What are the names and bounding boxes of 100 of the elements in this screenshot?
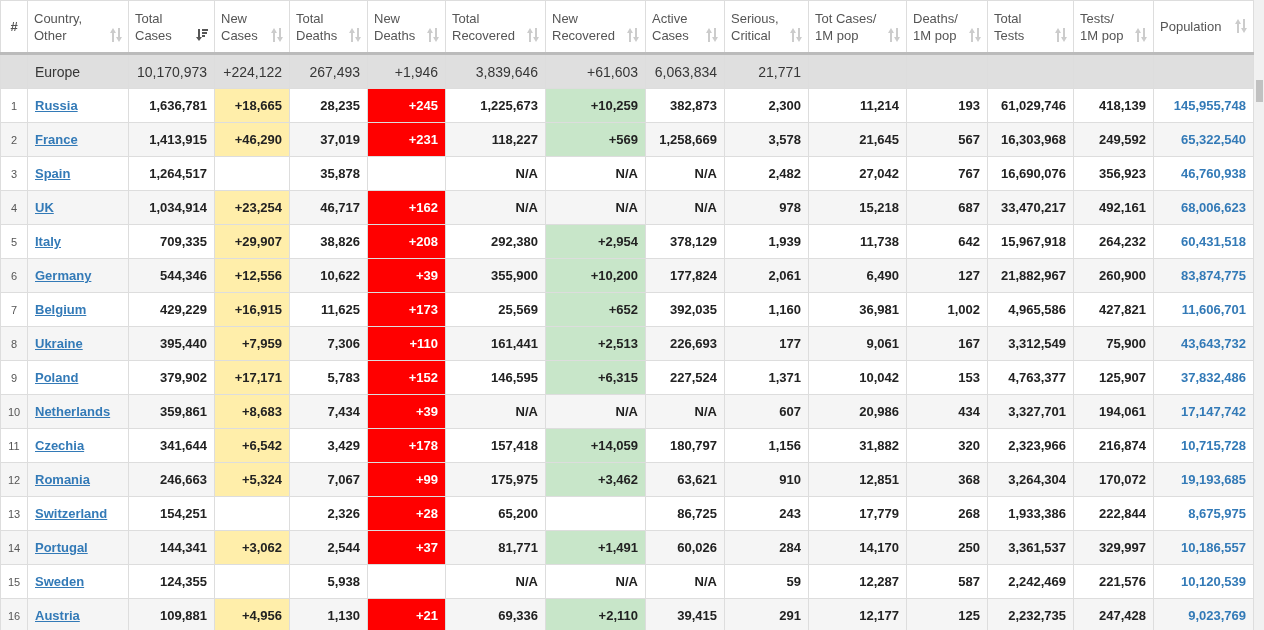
table-cell: +1,946 <box>367 53 446 89</box>
table-cell: 12,287 <box>808 564 907 599</box>
table-cell: 35,878 <box>289 156 368 191</box>
table-cell: +208 <box>367 224 446 259</box>
table-cell: 291 <box>724 598 809 630</box>
table-cell: N/A <box>545 190 646 225</box>
table-cell: 177,824 <box>645 258 725 293</box>
table-cell: 12,177 <box>808 598 907 630</box>
table-cell: +3,062 <box>214 530 290 565</box>
table-cell: 11,625 <box>289 292 368 327</box>
table-cell: 250 <box>906 530 988 565</box>
table-cell: 60,026 <box>645 530 725 565</box>
table-cell: 8,675,975 <box>1153 496 1254 531</box>
row-number: 5 <box>0 224 28 259</box>
table-cell: 249,592 <box>1073 122 1154 157</box>
table-cell: 292,380 <box>445 224 546 259</box>
table-cell: +245 <box>367 88 446 123</box>
table-cell: 21,645 <box>808 122 907 157</box>
table-cell: 20,986 <box>808 394 907 429</box>
country-link[interactable]: France <box>35 132 78 147</box>
table-cell: 1,258,669 <box>645 122 725 157</box>
table-cell: 267,493 <box>289 53 368 89</box>
table-cell: 2,326 <box>289 496 368 531</box>
table-cell: 21,771 <box>724 53 809 89</box>
table-cell: 27,042 <box>808 156 907 191</box>
table-cell: 607 <box>724 394 809 429</box>
table-cell: 7,306 <box>289 326 368 361</box>
table-cell: 2,242,469 <box>987 564 1074 599</box>
table-cell: N/A <box>545 156 646 191</box>
table-cell: 2,061 <box>724 258 809 293</box>
table-cell: 25,569 <box>445 292 546 327</box>
table-cell: 43,643,732 <box>1153 326 1254 361</box>
country-link[interactable]: UK <box>35 200 54 215</box>
table-cell: 320 <box>906 428 988 463</box>
table-cell: 59 <box>724 564 809 599</box>
table-cell: 3,578 <box>724 122 809 157</box>
scrollbar[interactable] <box>1254 0 1264 630</box>
table-cell: +231 <box>367 122 446 157</box>
table-cell: 227,524 <box>645 360 725 395</box>
country-link[interactable]: Italy <box>35 234 61 249</box>
table-cell: +29,907 <box>214 224 290 259</box>
table-cell: 28,235 <box>289 88 368 123</box>
country-link[interactable]: Poland <box>35 370 79 385</box>
table-cell: 264,232 <box>1073 224 1154 259</box>
table-cell: 14,170 <box>808 530 907 565</box>
table-cell: 10,622 <box>289 258 368 293</box>
table-cell: 1,002 <box>906 292 988 327</box>
row-number: 8 <box>0 326 28 361</box>
table-cell: 1,371 <box>724 360 809 395</box>
table-cell: 175,975 <box>445 462 546 497</box>
table-cell: 180,797 <box>645 428 725 463</box>
table-cell: 587 <box>906 564 988 599</box>
table-cell: +61,603 <box>545 53 646 89</box>
table-cell: 1,156 <box>724 428 809 463</box>
table-cell: 3,361,537 <box>987 530 1074 565</box>
table-cell: 6,490 <box>808 258 907 293</box>
table-cell: 2,323,966 <box>987 428 1074 463</box>
table-cell: +10,200 <box>545 258 646 293</box>
table-cell: N/A <box>445 156 546 191</box>
table-cell: 3,429 <box>289 428 368 463</box>
table-cell: +21 <box>367 598 446 630</box>
table-cell: 434 <box>906 394 988 429</box>
table-cell: 1,130 <box>289 598 368 630</box>
table-cell: +2,110 <box>545 598 646 630</box>
table-cell: 226,693 <box>645 326 725 361</box>
row-number: 9 <box>0 360 28 395</box>
table-cell: 3,839,646 <box>445 53 546 89</box>
table-cell: 193 <box>906 88 988 123</box>
table-cell: +2,954 <box>545 224 646 259</box>
table-cell: 21,882,967 <box>987 258 1074 293</box>
table-cell: 69,336 <box>445 598 546 630</box>
table-cell: +23,254 <box>214 190 290 225</box>
table-cell: +37 <box>367 530 446 565</box>
table-cell: 4,965,586 <box>987 292 1074 327</box>
country-link[interactable]: Spain <box>35 166 71 181</box>
table-cell: +6,315 <box>545 360 646 395</box>
table-cell: 418,139 <box>1073 88 1154 123</box>
table-cell: 9,061 <box>808 326 907 361</box>
table-cell: 10,042 <box>808 360 907 395</box>
table-cell: 910 <box>724 462 809 497</box>
table-cell: 65,200 <box>445 496 546 531</box>
table-cell: 75,900 <box>1073 326 1154 361</box>
table-cell: 492,161 <box>1073 190 1154 225</box>
row-number: 1 <box>0 88 28 123</box>
table-cell: 243 <box>724 496 809 531</box>
table-cell: 109,881 <box>128 598 215 630</box>
table-cell: 222,844 <box>1073 496 1154 531</box>
table-cell: 46,760,938 <box>1153 156 1254 191</box>
table-cell: 355,900 <box>445 258 546 293</box>
table-cell: +224,122 <box>214 53 290 89</box>
table-cell: 5,783 <box>289 360 368 395</box>
country-link[interactable]: Russia <box>35 98 78 113</box>
row-number: 13 <box>0 496 28 531</box>
table-cell: +569 <box>545 122 646 157</box>
table-cell: +152 <box>367 360 446 395</box>
table-cell: 11,738 <box>808 224 907 259</box>
table-cell: 378,129 <box>645 224 725 259</box>
table-cell: +162 <box>367 190 446 225</box>
table-cell: 10,170,973 <box>128 53 215 89</box>
table-cell: 124,355 <box>128 564 215 599</box>
